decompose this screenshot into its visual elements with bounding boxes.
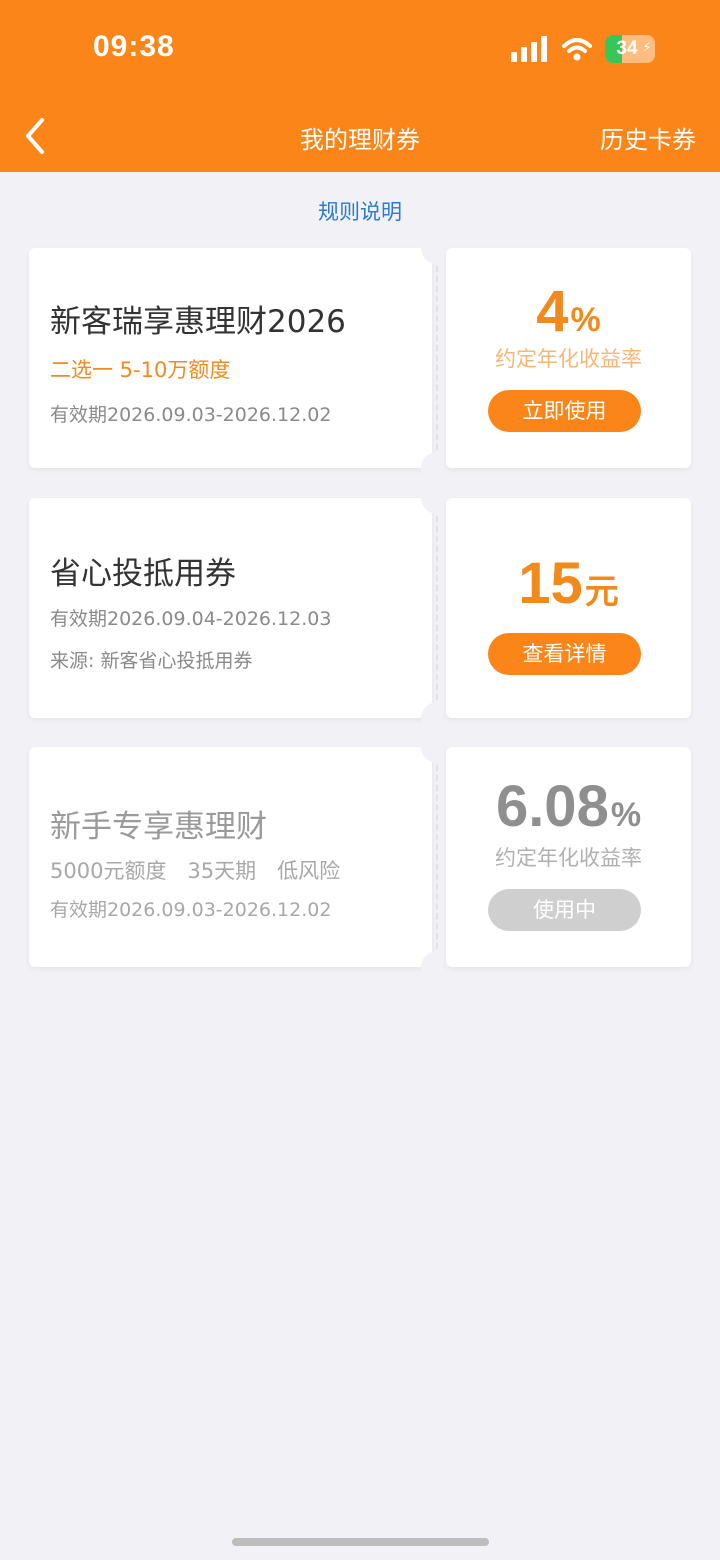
coupon-info-panel: 省心投抵用券 有效期2026.09.04-2026.12.03 来源: 新客省心…: [29, 498, 432, 718]
coupon-validity: 有效期2026.09.04-2026.12.03: [50, 608, 332, 630]
coupon-card: 新客瑞享惠理财2026 二选一 5-10万额度 有效期2026.09.03-20…: [29, 232, 691, 484]
use-now-button[interactable]: 立即使用: [488, 390, 641, 432]
battery-icon: 34 ⚡: [605, 35, 655, 63]
charging-bolt-icon: ⚡: [642, 40, 652, 56]
coupon-highlight: 二选一 5-10万额度: [50, 358, 231, 382]
coupon-card: 省心投抵用券 有效期2026.09.04-2026.12.03 来源: 新客省心…: [29, 482, 691, 734]
history-coupons-link[interactable]: 历史卡券: [600, 120, 696, 155]
header-bar: 09:38 34 ⚡ 我的理财券 历史卡券: [0, 0, 720, 172]
coupon-value-unit: 元: [584, 573, 619, 611]
coupon-title: 省心投抵用券: [50, 556, 236, 592]
coupon-value-number: 15: [518, 551, 583, 616]
view-details-button[interactable]: 查看详情: [488, 633, 641, 675]
coupon-info-panel: 新手专享惠理财 5000元额度 35天期 低风险 有效期2026.09.03-2…: [29, 747, 432, 967]
perforation-divider: [436, 765, 438, 949]
cellular-signal-icon: [511, 36, 549, 62]
status-time: 09:38: [93, 30, 175, 63]
coupon-value: 4%: [446, 278, 691, 345]
coupon-value-panel: 4% 约定年化收益率 立即使用: [446, 248, 691, 468]
coupon-value-panel: 15元 查看详情: [446, 498, 691, 718]
in-use-button: 使用中: [488, 889, 641, 931]
coupon-info-panel: 新客瑞享惠理财2026 二选一 5-10万额度 有效期2026.09.03-20…: [29, 248, 432, 468]
coupon-validity: 有效期2026.09.03-2026.12.02: [50, 404, 332, 426]
wifi-icon: [562, 38, 592, 61]
coupon-value: 15元: [446, 550, 691, 617]
coupon-validity: 有效期2026.09.03-2026.12.02: [50, 899, 332, 921]
coupon-value: 6.08%: [446, 773, 691, 840]
perforation-divider: [436, 266, 438, 450]
coupon-card: 新手专享惠理财 5000元额度 35天期 低风险 有效期2026.09.03-2…: [29, 731, 691, 983]
coupon-value-number: 4: [536, 279, 569, 344]
coupon-value-unit: %: [610, 796, 642, 834]
coupon-value-unit: %: [570, 301, 601, 339]
rules-link[interactable]: 规则说明: [0, 196, 720, 226]
coupon-value-label: 约定年化收益率: [495, 846, 642, 870]
perforation-divider: [436, 516, 438, 700]
coupon-value-number: 6.08: [495, 774, 609, 839]
coupon-details: 5000元额度 35天期 低风险: [50, 859, 341, 883]
coupon-source: 来源: 新客省心投抵用券: [50, 650, 253, 672]
coupon-value-panel: 6.08% 约定年化收益率 使用中: [446, 747, 691, 967]
home-indicator[interactable]: [232, 1538, 489, 1546]
coupon-title: 新手专享惠理财: [50, 809, 267, 845]
coupon-title: 新客瑞享惠理财2026: [50, 304, 346, 340]
coupon-value-label: 约定年化收益率: [495, 347, 642, 371]
